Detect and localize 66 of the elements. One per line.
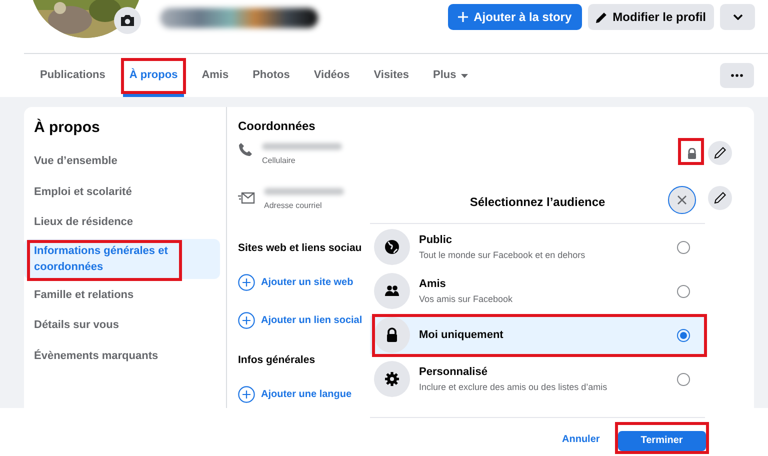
camera-button[interactable] bbox=[114, 7, 141, 34]
add-link[interactable]: Ajouter une langue bbox=[238, 375, 352, 413]
radio-button[interactable] bbox=[677, 372, 690, 386]
profile-tab[interactable]: Plus bbox=[427, 54, 474, 97]
sidebar-title: À propos bbox=[33, 118, 101, 138]
phone-icon bbox=[238, 142, 253, 157]
option-label: Personnalisé bbox=[419, 365, 488, 380]
radio-button[interactable] bbox=[677, 240, 690, 254]
audience-option[interactable]: Public Tout le monde sur Facebook et en dehors bbox=[370, 228, 705, 266]
sidebar-item[interactable]: Lieux de résidence bbox=[24, 208, 220, 236]
plus-circle-icon bbox=[238, 274, 255, 290]
profile-tab[interactable]: Vidéos bbox=[308, 54, 356, 97]
people-icon bbox=[384, 283, 400, 299]
chevron-icon bbox=[732, 14, 742, 20]
field-caption: Cellulaire bbox=[262, 155, 296, 167]
caret-icon bbox=[461, 74, 468, 78]
option-label: Moi uniquement bbox=[419, 328, 504, 343]
ellipsis-icon bbox=[731, 74, 743, 77]
radio-button[interactable] bbox=[677, 328, 690, 342]
plus-circle-icon bbox=[238, 386, 255, 402]
sidebar-item[interactable]: Emploi et scolarité bbox=[24, 178, 220, 206]
pencil-icon bbox=[714, 147, 726, 159]
plus-icon bbox=[458, 12, 468, 22]
audience-option[interactable]: Moi uniquement bbox=[370, 316, 705, 354]
add-link[interactable]: Ajouter un lien social bbox=[238, 301, 362, 339]
plus-circle-icon bbox=[238, 312, 255, 328]
edit-button[interactable] bbox=[708, 141, 732, 165]
sidebar-item[interactable]: Famille et relations bbox=[24, 280, 220, 309]
add-link[interactable]: Ajouter un site web bbox=[238, 263, 354, 301]
section-title: Infos générales bbox=[238, 353, 316, 368]
field-caption: Adresse courriel bbox=[264, 200, 323, 212]
sidebar-item[interactable]: Évènements marquants bbox=[24, 342, 220, 370]
audience-option[interactable]: Personnalisé Inclure et exclure des amis ou des listes d’amis bbox=[370, 360, 705, 398]
option-description: Tout le monde sur Facebook et en dehors bbox=[419, 248, 586, 262]
sidebar-item[interactable]: Détails sur vous bbox=[24, 311, 220, 340]
close-icon bbox=[677, 195, 687, 205]
pencil-icon bbox=[596, 12, 607, 22]
sidebar-item[interactable]: Informations générales et coordonnées bbox=[24, 238, 220, 278]
dropdown-button[interactable] bbox=[720, 4, 755, 30]
cancel-link[interactable]: Annuler bbox=[556, 429, 606, 449]
profile-tab[interactable]: Photos bbox=[246, 54, 296, 97]
option-label: Amis bbox=[419, 277, 447, 292]
edit-button[interactable] bbox=[708, 186, 732, 210]
gear-icon bbox=[384, 371, 400, 387]
pencil-icon bbox=[714, 192, 726, 204]
camera-icon bbox=[120, 14, 135, 27]
close-button[interactable] bbox=[668, 186, 696, 214]
globe-icon bbox=[384, 239, 400, 255]
profile-tab[interactable]: Amis bbox=[196, 54, 235, 97]
option-description: Inclure et exclure des amis ou des listes d’amis bbox=[419, 380, 608, 394]
radio-button[interactable] bbox=[677, 284, 690, 298]
section-title: Sites web et liens sociau bbox=[238, 241, 362, 256]
envelope-icon bbox=[238, 192, 255, 204]
audience-option[interactable]: Amis Vos amis sur Facebook bbox=[370, 272, 705, 310]
add-story-button[interactable]: Ajouter à la story bbox=[448, 4, 582, 30]
sidebar-item[interactable]: Vue d’ensemble bbox=[24, 147, 220, 176]
edit-profile-button[interactable]: Modifier le profil bbox=[588, 4, 714, 30]
section-title: Coordonnées bbox=[238, 118, 316, 135]
lock-icon bbox=[384, 327, 400, 343]
dialog-title: Sélectionnez l’audience bbox=[470, 194, 606, 210]
profile-tab[interactable]: Publications bbox=[34, 54, 112, 97]
option-label: Public bbox=[419, 233, 454, 248]
done-button[interactable]: Terminer bbox=[618, 430, 706, 450]
profile-tab[interactable]: Visites bbox=[368, 54, 416, 97]
option-description: Vos amis sur Facebook bbox=[419, 292, 513, 306]
more-button[interactable] bbox=[720, 63, 754, 88]
